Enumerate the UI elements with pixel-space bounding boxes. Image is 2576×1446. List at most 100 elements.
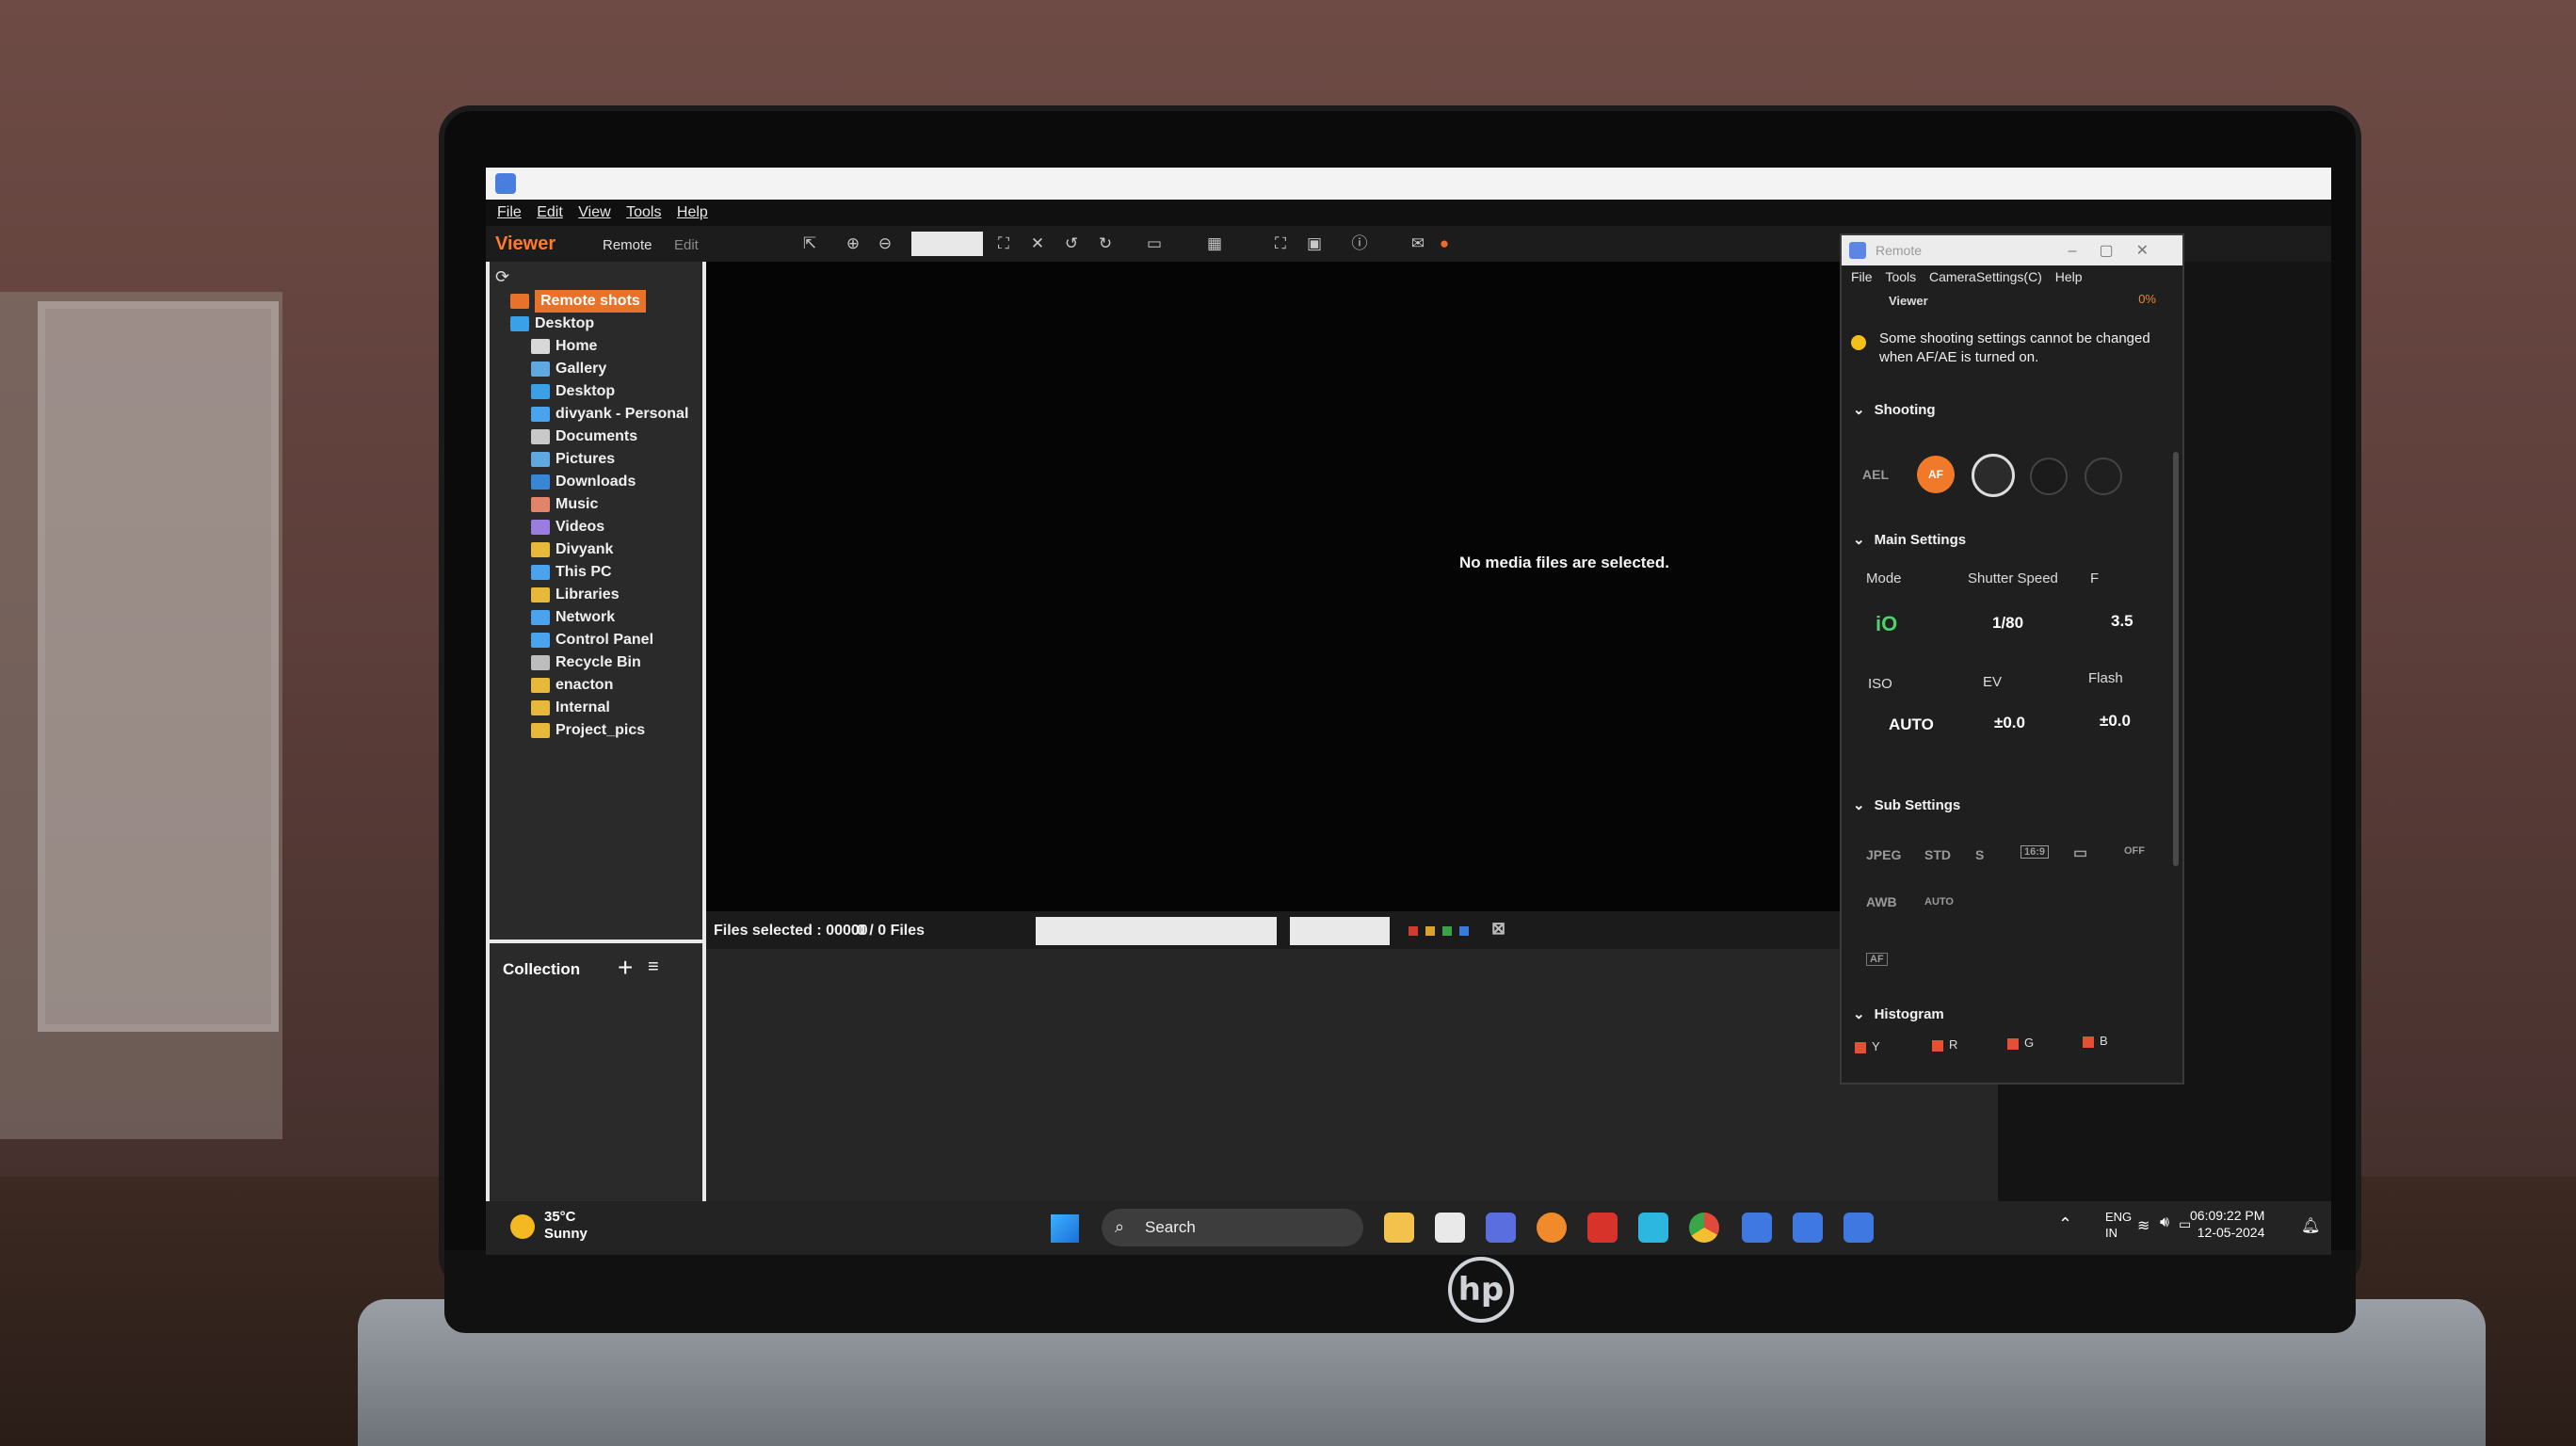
sidebar-item[interactable]: Documents: [510, 426, 688, 448]
image-icon[interactable]: ▣: [1305, 234, 1324, 253]
sidebar-item[interactable]: Downloads: [510, 471, 688, 493]
remote-viewer-button[interactable]: Viewer: [1889, 294, 1928, 308]
remote-menu-tools[interactable]: Tools: [1885, 269, 1916, 284]
bell-icon[interactable]: 🔔︎: [2301, 1216, 2320, 1235]
app-orange-icon[interactable]: [1537, 1213, 1567, 1243]
iso-value[interactable]: AUTO: [1889, 715, 1934, 734]
sidebar-item[interactable]: Divyank: [510, 538, 688, 561]
teams-icon[interactable]: [1486, 1213, 1516, 1243]
ael-button[interactable]: AEL: [1862, 467, 1889, 482]
weather-widget[interactable]: 35°C Sunny: [510, 1209, 588, 1243]
chevron-up-icon[interactable]: ⌃: [2058, 1214, 2072, 1234]
taskbar-search[interactable]: ⌕ Search: [1102, 1209, 1363, 1246]
eos-app-icon-2[interactable]: [1793, 1213, 1823, 1243]
list-icon[interactable]: ≡: [648, 956, 659, 978]
sidebar-item[interactable]: divyank - Personal: [510, 403, 688, 426]
section-histogram[interactable]: ⌄ Histogram: [1853, 1005, 1944, 1022]
refresh-icon[interactable]: ⟳: [495, 267, 509, 287]
flash-value[interactable]: ±0.0: [2100, 712, 2131, 731]
fit-icon[interactable]: ⛶: [994, 234, 1013, 253]
sidebar-item[interactable]: Desktop: [510, 380, 688, 403]
histogram-r-checkbox[interactable]: R: [1932, 1037, 1957, 1052]
green-label-icon[interactable]: [1442, 926, 1452, 936]
chrome-icon[interactable]: [1689, 1213, 1719, 1243]
stabilizer-off-setting[interactable]: OFF: [2124, 845, 2145, 857]
sidebar-item[interactable]: Internal: [510, 697, 688, 719]
sidebar-item[interactable]: Project_pics: [510, 719, 688, 742]
scrollbar[interactable]: [2173, 452, 2179, 866]
section-sub-settings[interactable]: ⌄ Sub Settings: [1853, 796, 1960, 813]
fullscreen-icon[interactable]: ⛶: [1271, 234, 1290, 253]
wifi-icon[interactable]: ≋: [2137, 1216, 2149, 1235]
file-format-setting[interactable]: JPEG: [1866, 847, 1901, 862]
sidebar-item[interactable]: Libraries: [510, 584, 688, 606]
remote-menu-file[interactable]: File: [1851, 269, 1873, 284]
volume-icon[interactable]: 🔊︎: [2160, 1214, 2169, 1231]
mode-icon[interactable]: iO: [1876, 612, 1897, 636]
sidebar-item[interactable]: Control Panel: [510, 629, 688, 651]
menu-edit[interactable]: Edit: [537, 200, 563, 226]
filter-input[interactable]: [1036, 917, 1277, 945]
af-mode-icon[interactable]: AF: [1866, 953, 1888, 966]
mail-icon[interactable]: ✉: [1409, 234, 1427, 253]
menu-tools[interactable]: Tools: [626, 200, 661, 226]
sidebar-item[interactable]: Remote shots: [510, 290, 688, 313]
record-button[interactable]: [2030, 458, 2068, 495]
sidebar-item[interactable]: Videos: [510, 516, 688, 538]
histogram-y-checkbox[interactable]: Y: [1855, 1039, 1880, 1053]
tab-remote[interactable]: Remote: [603, 237, 652, 253]
tab-edit[interactable]: Edit: [674, 237, 699, 253]
live-view-button[interactable]: [2085, 458, 2122, 495]
sidebar-item[interactable]: Music: [510, 493, 688, 516]
section-main-settings[interactable]: ⌄ Main Settings: [1853, 531, 1966, 548]
layout-icon[interactable]: ▭: [1145, 234, 1164, 253]
yellow-label-icon[interactable]: [1425, 926, 1435, 936]
auto-setting[interactable]: AUTO: [1924, 896, 1954, 908]
white-balance-setting[interactable]: AWB: [1866, 894, 1897, 909]
tab-viewer[interactable]: Viewer: [495, 233, 555, 255]
remote-menu-camera-settings[interactable]: CameraSettings(C): [1929, 269, 2042, 284]
menu-view[interactable]: View: [578, 200, 610, 226]
window-controls-icon[interactable]: –▢✕: [2069, 241, 2171, 260]
windows-start-icon[interactable]: [1051, 1214, 1079, 1243]
notification-icon[interactable]: ●: [1435, 234, 1454, 253]
sidebar-item[interactable]: Desktop: [510, 313, 688, 335]
language-indicator[interactable]: ENG IN: [2105, 1209, 2132, 1241]
aspect-ratio-setting[interactable]: 16:9: [2021, 845, 2050, 859]
menu-file[interactable]: File: [497, 200, 522, 226]
sort-select[interactable]: [1290, 917, 1390, 945]
sidebar-item[interactable]: enacton: [510, 674, 688, 697]
sidebar-item[interactable]: Gallery: [510, 358, 688, 380]
histogram-g-checkbox[interactable]: G: [2007, 1036, 2034, 1050]
sidebar-item[interactable]: Home: [510, 335, 688, 358]
shutter-speed-value[interactable]: 1/80: [1992, 614, 2023, 633]
store-icon[interactable]: [1435, 1213, 1465, 1243]
app-cyan-icon[interactable]: [1638, 1213, 1668, 1243]
section-shooting[interactable]: ⌄ Shooting: [1853, 401, 1936, 418]
af-button[interactable]: AF: [1917, 456, 1955, 493]
add-icon[interactable]: +: [618, 953, 633, 983]
grid-icon[interactable]: ▦: [1205, 234, 1224, 253]
menu-help[interactable]: Help: [677, 200, 708, 226]
zoom-input[interactable]: [911, 232, 983, 256]
export-icon[interactable]: ⇱: [800, 234, 819, 253]
sidebar-item[interactable]: Recycle Bin: [510, 651, 688, 674]
actual-size-icon[interactable]: ✕: [1028, 234, 1047, 253]
eos-app-icon-1[interactable]: [1742, 1213, 1772, 1243]
remote-menu-help[interactable]: Help: [2055, 269, 2083, 284]
shutter-release-button[interactable]: [1972, 454, 2015, 497]
picture-style-setting[interactable]: STD: [1924, 847, 1951, 862]
info-icon[interactable]: ⓘ: [1350, 234, 1369, 253]
clock[interactable]: 06:09:22 PM 12-05-2024: [2190, 1207, 2264, 1241]
frame-icon[interactable]: ▭: [2073, 844, 2087, 862]
f-value[interactable]: 3.5: [2111, 612, 2133, 631]
zoom-in-icon[interactable]: ⊕: [844, 234, 862, 253]
image-size-setting[interactable]: S: [1975, 847, 1984, 862]
app-red-icon[interactable]: [1587, 1213, 1618, 1243]
blue-label-icon[interactable]: [1459, 926, 1469, 936]
sidebar-item[interactable]: Pictures: [510, 448, 688, 471]
sidebar-item[interactable]: Network: [510, 606, 688, 629]
rotate-left-icon[interactable]: ↺: [1062, 234, 1081, 253]
red-label-icon[interactable]: [1409, 926, 1418, 936]
sidebar-item[interactable]: This PC: [510, 561, 688, 584]
